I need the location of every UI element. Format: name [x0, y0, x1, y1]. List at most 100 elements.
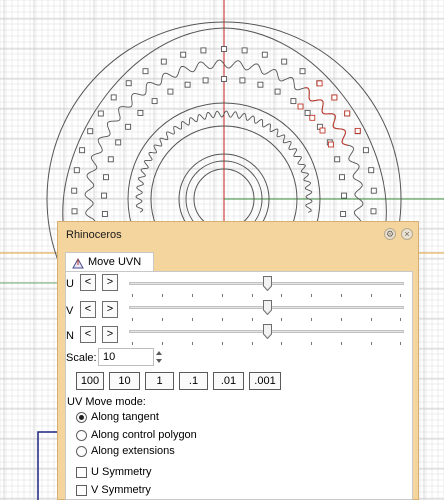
control-point: [184, 81, 191, 88]
close-icon[interactable]: ×: [401, 228, 413, 240]
slider-tick: [192, 294, 193, 297]
control-point: [261, 51, 268, 58]
scale-spinner-icon[interactable]: [154, 348, 164, 366]
slider-tick: [311, 294, 312, 297]
panel-title: Rhinoceros: [66, 229, 122, 241]
selected-control-point: [319, 127, 326, 134]
slider-tick: [222, 342, 223, 345]
slider-tick: [162, 342, 163, 345]
radio-dot: [79, 415, 84, 420]
radio-button[interactable]: [76, 412, 87, 423]
control-point: [79, 147, 86, 154]
control-point: [274, 88, 281, 95]
scale-input[interactable]: [98, 348, 154, 366]
selected-control-point: [354, 127, 361, 134]
control-point: [241, 47, 248, 54]
preset-0-01-button[interactable]: .01: [213, 372, 244, 390]
v-increase-button[interactable]: >: [102, 301, 118, 318]
slider-tick: [132, 342, 133, 345]
control-point: [221, 76, 227, 82]
v-symmetry-checkbox[interactable]: [76, 485, 87, 496]
control-point: [71, 187, 78, 194]
slider-tick: [311, 342, 312, 345]
control-point: [200, 47, 207, 54]
control-point: [87, 128, 94, 135]
selected-control-point: [344, 110, 351, 117]
control-point: [362, 147, 369, 154]
v-decrease-button[interactable]: <: [80, 301, 96, 318]
v-symmetry-label: V Symmetry: [91, 484, 151, 496]
slider-tick: [341, 342, 342, 345]
uv-move-mode-title: UV Move mode:: [67, 396, 146, 408]
control-point: [101, 192, 107, 199]
slider-tick: [192, 318, 193, 321]
control-point: [103, 174, 109, 181]
n-decrease-button[interactable]: <: [80, 326, 96, 343]
n-slider[interactable]: [129, 324, 404, 345]
n-increase-button[interactable]: >: [102, 326, 118, 343]
slider-tick: [252, 342, 253, 345]
u-symmetry-checkbox[interactable]: [76, 467, 87, 478]
slider-tick: [222, 294, 223, 297]
control-point: [299, 68, 306, 75]
preset-1-button[interactable]: 1: [145, 372, 174, 390]
selected-control-point: [331, 94, 338, 101]
control-point: [180, 51, 187, 58]
u-symmetry-label: U Symmetry: [91, 466, 152, 478]
control-point: [370, 208, 377, 215]
preset-0-1-button[interactable]: .1: [179, 372, 208, 390]
scale-label: Scale:: [66, 352, 97, 364]
selected-control-point: [297, 103, 304, 110]
v-slider[interactable]: [129, 300, 404, 321]
control-point: [202, 77, 209, 84]
slider-tick: [400, 318, 401, 321]
preset-100-button[interactable]: 100: [76, 372, 104, 390]
slider-tick: [132, 294, 133, 297]
preset-10-button[interactable]: 10: [109, 372, 140, 390]
slider-tick: [252, 294, 253, 297]
radio-label: Along extensions: [91, 445, 175, 457]
control-point: [167, 88, 174, 95]
slider-tick: [371, 342, 372, 345]
preset-0-001-button[interactable]: .001: [249, 372, 281, 390]
control-point: [151, 98, 158, 105]
selected-control-point: [316, 80, 323, 87]
tab-move-uvn[interactable]: Move UVN: [65, 252, 154, 272]
u-increase-button[interactable]: >: [102, 274, 118, 291]
control-point: [340, 211, 347, 217]
control-point: [125, 80, 132, 87]
tab-label: Move UVN: [88, 256, 142, 268]
slider-tick: [222, 318, 223, 321]
control-point: [339, 174, 345, 181]
control-point: [281, 58, 288, 65]
control-point: [101, 211, 108, 217]
slider-tick: [341, 318, 342, 321]
slider-thumb[interactable]: [262, 300, 272, 315]
slider-tick: [162, 294, 163, 297]
control-point: [107, 156, 114, 163]
control-point: [71, 208, 78, 215]
radio-button[interactable]: [76, 446, 87, 457]
control-point: [125, 123, 132, 130]
n-axis-label: N: [66, 330, 74, 342]
u-decrease-button[interactable]: <: [80, 274, 96, 291]
u-slider[interactable]: [129, 276, 404, 297]
control-point: [97, 110, 104, 117]
radio-label: Along tangent: [91, 411, 159, 423]
slider-tick: [341, 294, 342, 297]
panel-titlebar[interactable]: Rhinoceros ⚙ ×: [58, 222, 418, 248]
control-point: [341, 192, 347, 199]
control-point: [137, 109, 144, 116]
slider-tick: [400, 294, 401, 297]
radio-label: Along control polygon: [91, 429, 197, 441]
slider-tick: [162, 318, 163, 321]
slider-tick: [371, 318, 372, 321]
slider-thumb[interactable]: [262, 324, 272, 339]
slider-tick: [281, 294, 282, 297]
v-axis-label: V: [66, 305, 74, 317]
gear-icon[interactable]: ⚙: [384, 228, 396, 240]
control-point: [160, 58, 167, 65]
selected-control-point: [327, 141, 334, 148]
slider-thumb[interactable]: [262, 276, 272, 291]
radio-button[interactable]: [76, 430, 87, 441]
